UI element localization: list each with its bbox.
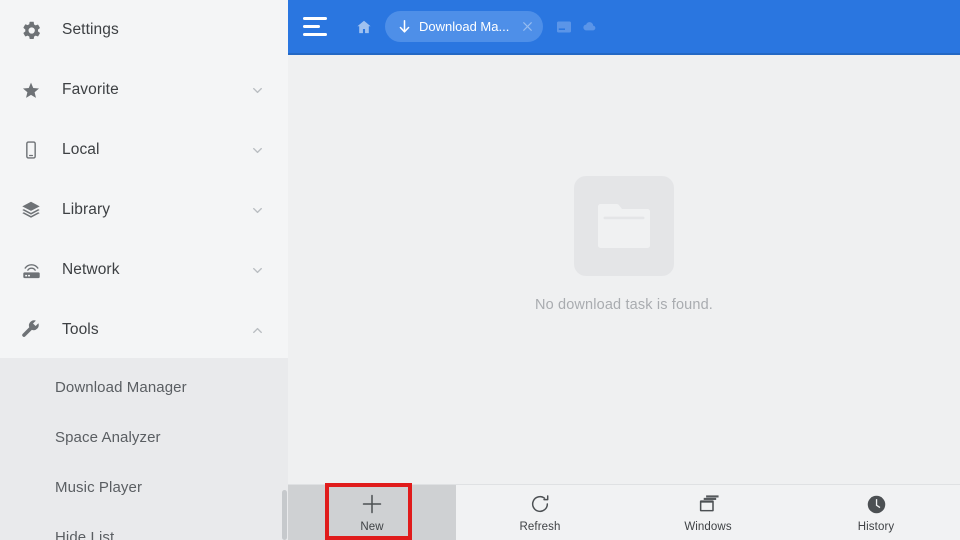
- chevron-up-icon[interactable]: [248, 321, 266, 339]
- chevron-down-icon[interactable]: [248, 141, 266, 159]
- sidebar-item-label: Tools: [62, 321, 99, 338]
- sidebar-item-label: Settings: [62, 21, 119, 38]
- sidebar-subitem-label: Space Analyzer: [55, 428, 161, 446]
- phone-icon: [14, 135, 48, 165]
- history-button-label: History: [857, 521, 895, 533]
- top-bar: Download Ma...: [288, 0, 960, 55]
- chevron-down-icon[interactable]: [248, 81, 266, 99]
- sidebar-item-local[interactable]: Local: [0, 120, 288, 180]
- main-panel: Download Ma... No download task is found…: [288, 0, 960, 540]
- refresh-button-label: Refresh: [519, 521, 561, 533]
- sidebar-subitem-download-manager[interactable]: Download Manager: [0, 362, 288, 412]
- new-button-label: New: [360, 521, 384, 533]
- empty-state-icon-box: [574, 176, 674, 276]
- refresh-button[interactable]: Refresh: [456, 485, 624, 540]
- star-icon: [14, 75, 48, 105]
- sidebar-subitem-label: Hide List: [55, 528, 115, 540]
- sidebar-item-tools[interactable]: Tools: [0, 300, 288, 360]
- sidebar-subitem-music-player[interactable]: Music Player: [0, 462, 288, 512]
- clock-icon: [866, 492, 887, 516]
- sidebar-item-label: Library: [62, 201, 111, 218]
- folder-icon: [598, 204, 650, 248]
- sidebar-subitem-hide-list[interactable]: Hide List: [0, 512, 288, 540]
- app-window: Settings Favorite Local Library Network …: [0, 0, 960, 540]
- chevron-down-icon[interactable]: [248, 261, 266, 279]
- tab-download-manager[interactable]: Download Ma...: [385, 11, 544, 42]
- sidebar-scrollbar[interactable]: [282, 490, 287, 540]
- layers-icon: [14, 195, 48, 225]
- windows-icon: [697, 492, 720, 516]
- gear-icon: [14, 15, 48, 45]
- windows-button-label: Windows: [684, 521, 732, 533]
- window-icon[interactable]: [557, 20, 572, 34]
- sidebar-item-settings[interactable]: Settings: [0, 0, 288, 60]
- sidebar-item-label: Local: [62, 141, 100, 158]
- plus-icon: [360, 492, 384, 516]
- router-icon: [14, 255, 48, 285]
- cloud-icon[interactable]: [582, 20, 596, 34]
- windows-button[interactable]: Windows: [624, 485, 792, 540]
- bottom-toolbar: New Refresh Windows History: [288, 484, 960, 540]
- refresh-icon: [529, 492, 551, 516]
- hamburger-icon[interactable]: [301, 14, 331, 40]
- sidebar-item-favorite[interactable]: Favorite: [0, 60, 288, 120]
- sidebar-item-network[interactable]: Network: [0, 240, 288, 300]
- sidebar-submenu-tools: Download Manager Space Analyzer Music Pl…: [0, 358, 288, 540]
- sidebar: Settings Favorite Local Library Network …: [0, 0, 288, 540]
- sidebar-item-label: Favorite: [62, 81, 119, 98]
- sidebar-subitem-label: Music Player: [55, 478, 143, 496]
- sidebar-subitem-space-analyzer[interactable]: Space Analyzer: [0, 412, 288, 462]
- tab-title: Download Ma...: [419, 19, 510, 34]
- wrench-icon: [14, 315, 48, 345]
- sidebar-item-label: Network: [62, 261, 120, 278]
- close-icon[interactable]: [517, 17, 537, 37]
- home-icon[interactable]: [353, 16, 375, 38]
- new-button[interactable]: New: [288, 485, 456, 540]
- download-arrow-icon: [397, 19, 412, 35]
- content-area: No download task is found.: [288, 55, 960, 484]
- history-button[interactable]: History: [792, 485, 960, 540]
- empty-state-message: No download task is found.: [534, 297, 713, 313]
- sidebar-item-library[interactable]: Library: [0, 180, 288, 240]
- chevron-down-icon[interactable]: [248, 201, 266, 219]
- sidebar-subitem-label: Download Manager: [55, 378, 187, 396]
